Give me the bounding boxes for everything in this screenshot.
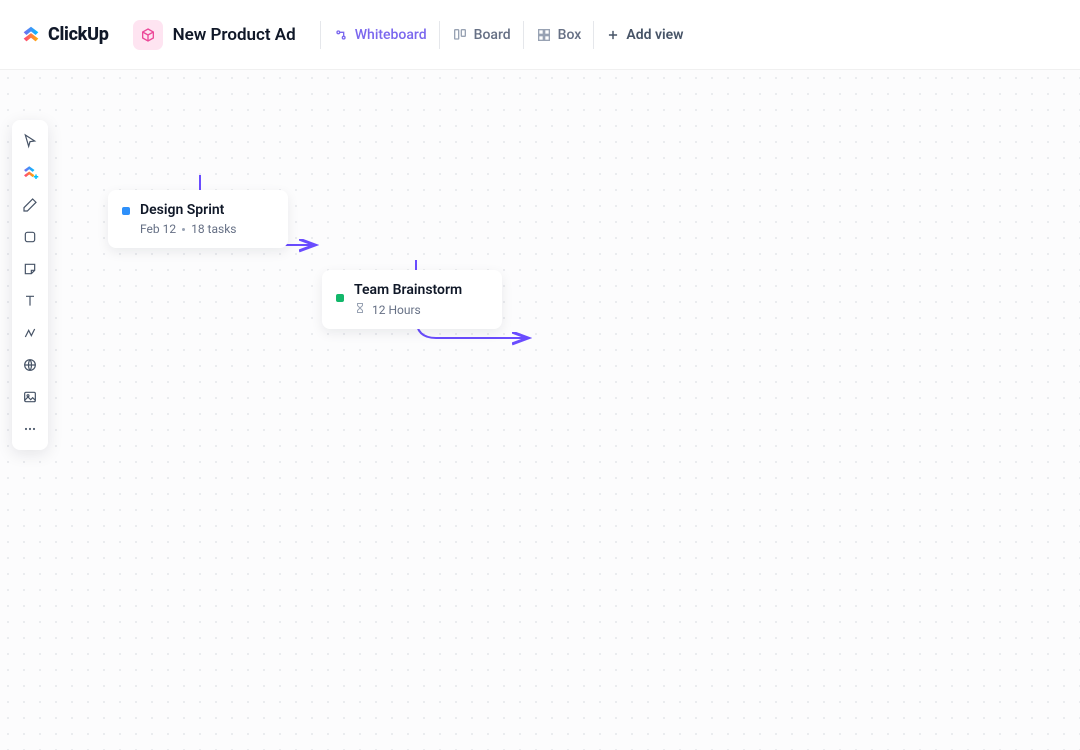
card-meta: 12 Hours — [354, 302, 462, 317]
card-title: Design Sprint — [140, 202, 236, 218]
more-tool[interactable] — [15, 414, 45, 444]
view-tabs: Whiteboard Board Box Add view — [320, 21, 696, 49]
box-icon — [536, 27, 552, 43]
add-view-button[interactable]: Add view — [593, 21, 695, 49]
image-tool[interactable] — [15, 382, 45, 412]
shape-tool[interactable] — [15, 222, 45, 252]
brand-name: ClickUp — [48, 24, 109, 45]
top-header: ClickUp New Product Ad Whiteboard Board — [0, 0, 1080, 70]
whiteboard-canvas[interactable]: Design Sprint Feb 12 18 tasks Team Brain… — [0, 70, 1080, 750]
connector-arrows — [0, 70, 1080, 750]
dot-separator — [182, 228, 185, 231]
card-date: Feb 12 — [140, 222, 176, 236]
tab-box[interactable]: Box — [523, 21, 594, 49]
project-badge[interactable]: New Product Ad — [133, 20, 296, 50]
plus-icon — [606, 28, 620, 42]
cube-icon — [133, 20, 163, 50]
card-task-count: 18 tasks — [191, 222, 236, 236]
status-marker-green — [336, 294, 344, 302]
status-marker-blue — [122, 207, 130, 215]
clickup-logo-icon — [20, 24, 42, 46]
card-design-sprint[interactable]: Design Sprint Feb 12 18 tasks — [108, 190, 288, 248]
tab-board[interactable]: Board — [439, 21, 523, 49]
pointer-tool[interactable] — [15, 126, 45, 156]
add-view-label: Add view — [626, 27, 683, 43]
card-meta: Feb 12 18 tasks — [140, 222, 236, 236]
card-title: Team Brainstorm — [354, 282, 462, 298]
project-name: New Product Ad — [173, 25, 296, 45]
connector-tool[interactable] — [15, 318, 45, 348]
card-duration: 12 Hours — [372, 303, 421, 317]
tab-whiteboard[interactable]: Whiteboard — [320, 21, 439, 49]
whiteboard-toolbar — [12, 120, 48, 450]
whiteboard-icon — [333, 27, 349, 43]
tab-label: Box — [558, 27, 582, 43]
board-icon — [452, 27, 468, 43]
pen-tool[interactable] — [15, 190, 45, 220]
tab-label: Board — [474, 27, 511, 43]
text-tool[interactable] — [15, 286, 45, 316]
card-team-brainstorm[interactable]: Team Brainstorm 12 Hours — [322, 270, 502, 329]
tab-label: Whiteboard — [355, 27, 427, 43]
brand-logo[interactable]: ClickUp — [20, 24, 109, 46]
clickup-add-tool[interactable] — [15, 158, 45, 188]
sticky-note-tool[interactable] — [15, 254, 45, 284]
hourglass-icon — [354, 302, 366, 317]
web-embed-tool[interactable] — [15, 350, 45, 380]
